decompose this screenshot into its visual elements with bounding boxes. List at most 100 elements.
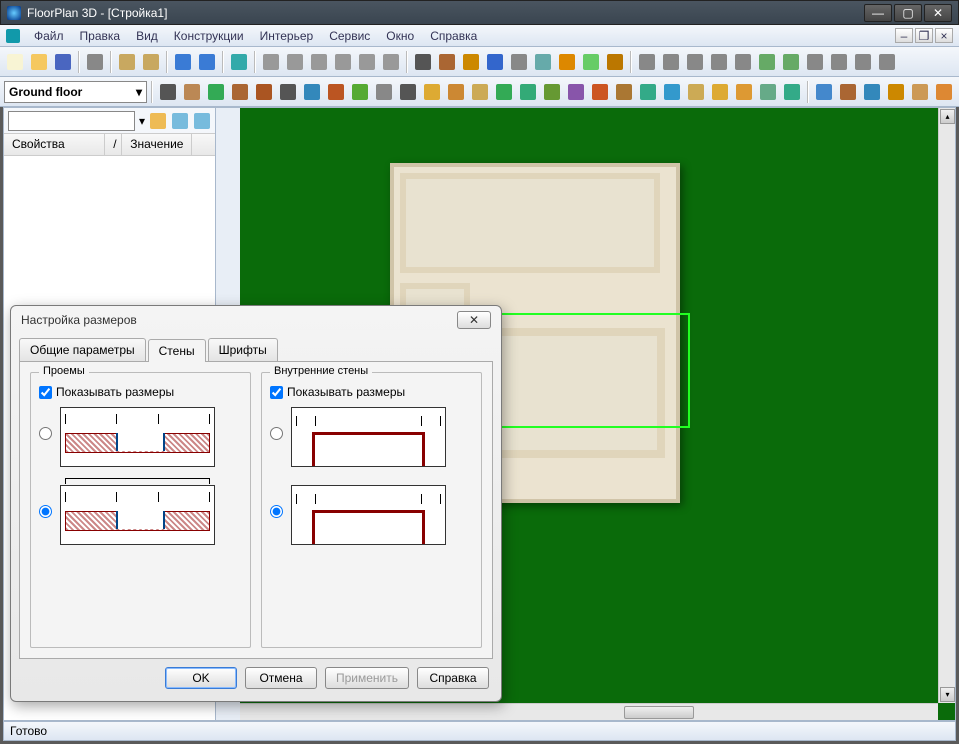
scroll-up-icon[interactable]: ▴ <box>940 109 955 124</box>
camera-button[interactable] <box>397 81 419 103</box>
distribute-v-button[interactable] <box>732 51 754 73</box>
redo-button[interactable] <box>196 51 218 73</box>
grass-button[interactable] <box>733 81 755 103</box>
options-button[interactable] <box>556 51 578 73</box>
tab-general[interactable]: Общие параметры <box>19 338 146 361</box>
zoom-prev-button[interactable] <box>380 51 402 73</box>
select-button[interactable] <box>157 81 179 103</box>
menu-service[interactable]: Сервис <box>321 27 378 45</box>
inner-option-2[interactable] <box>270 485 473 545</box>
align-right-button[interactable] <box>684 51 706 73</box>
render-button[interactable] <box>604 51 626 73</box>
slab-button[interactable] <box>349 81 371 103</box>
tree-button[interactable] <box>709 81 731 103</box>
paint-button[interactable] <box>885 81 907 103</box>
cancel-button[interactable]: Отмена <box>245 667 317 689</box>
inner-option-1[interactable] <box>270 407 473 467</box>
radio-opening-1[interactable] <box>39 427 52 440</box>
sun-button[interactable] <box>781 81 803 103</box>
menu-help[interactable]: Справка <box>422 27 485 45</box>
column-button[interactable] <box>301 81 323 103</box>
radio-inner-2[interactable] <box>270 505 283 518</box>
deck-button[interactable] <box>613 81 635 103</box>
v-scrollbar[interactable]: ▴ ▾ <box>938 108 955 703</box>
surface-button[interactable] <box>757 81 779 103</box>
text2-button[interactable] <box>517 81 539 103</box>
help-button[interactable] <box>228 51 250 73</box>
edit3d-button[interactable] <box>861 81 883 103</box>
h-scrollbar[interactable] <box>240 703 938 720</box>
lock-button[interactable] <box>852 51 874 73</box>
menu-window[interactable]: Окно <box>378 27 422 45</box>
fence-button[interactable] <box>469 81 491 103</box>
send-back-button[interactable] <box>828 51 850 73</box>
apply-button[interactable]: Применить <box>325 667 409 689</box>
sidebar-icon-2[interactable] <box>171 112 189 130</box>
zoom-out-button[interactable] <box>284 51 306 73</box>
paste-button[interactable] <box>140 51 162 73</box>
menu-file[interactable]: Файл <box>26 27 72 45</box>
save-button[interactable] <box>52 51 74 73</box>
tab-fonts[interactable]: Шрифты <box>208 338 278 361</box>
stairs-button[interactable] <box>277 81 299 103</box>
tab-walls[interactable]: Стены <box>148 339 206 362</box>
bring-front-button[interactable] <box>804 51 826 73</box>
h-scroll-thumb[interactable] <box>624 706 694 719</box>
open-button[interactable] <box>28 51 50 73</box>
zoom-sel-button[interactable] <box>356 51 378 73</box>
rail-button[interactable] <box>637 81 659 103</box>
pool-button[interactable] <box>661 81 683 103</box>
view3d-button[interactable] <box>813 81 835 103</box>
copy-button[interactable] <box>116 51 138 73</box>
menu-constructions[interactable]: Конструкции <box>166 27 252 45</box>
3d-button[interactable] <box>580 51 602 73</box>
undo-button[interactable] <box>172 51 194 73</box>
mdi-close[interactable]: × <box>935 28 953 43</box>
sidebar-combo[interactable] <box>8 111 135 131</box>
mdi-restore[interactable]: ❐ <box>915 28 933 43</box>
print-button[interactable] <box>84 51 106 73</box>
col-value[interactable]: Значение <box>122 134 192 155</box>
zoom-in-button[interactable] <box>260 51 282 73</box>
measure-button[interactable] <box>460 51 482 73</box>
opening-option-1[interactable] <box>39 407 242 467</box>
sidebar-icon-1[interactable] <box>149 112 167 130</box>
house-button[interactable] <box>837 81 859 103</box>
hatch-button[interactable] <box>685 81 707 103</box>
checkbox-show-openings[interactable] <box>39 386 52 399</box>
new-button[interactable] <box>4 51 26 73</box>
grid-button[interactable] <box>532 51 554 73</box>
group-button[interactable] <box>756 51 778 73</box>
text-button[interactable] <box>484 51 506 73</box>
path-button[interactable] <box>565 81 587 103</box>
rotate-button[interactable] <box>436 51 458 73</box>
furniture-button[interactable] <box>445 81 467 103</box>
room-button[interactable] <box>373 81 395 103</box>
light-button[interactable] <box>421 81 443 103</box>
col-sort[interactable]: / <box>105 134 122 155</box>
help-button[interactable]: Справка <box>417 667 489 689</box>
radio-opening-2[interactable] <box>39 505 52 518</box>
beam-button[interactable] <box>325 81 347 103</box>
scroll-down-icon[interactable]: ▾ <box>940 687 955 702</box>
wall-button[interactable] <box>181 81 203 103</box>
menu-edit[interactable]: Правка <box>72 27 129 45</box>
zoom-fit-button[interactable] <box>332 51 354 73</box>
unlock-button[interactable] <box>876 51 898 73</box>
ok-button[interactable]: OK <box>165 667 237 689</box>
dialog-titlebar[interactable]: Настройка размеров ✕ <box>11 306 501 334</box>
pointer-button[interactable] <box>412 51 434 73</box>
check-openings[interactable]: Показывать размеры <box>39 385 242 399</box>
door-button[interactable] <box>205 81 227 103</box>
layers-button[interactable] <box>909 81 931 103</box>
dialog-close-button[interactable]: ✕ <box>457 311 491 329</box>
layer-combo[interactable]: Ground floor ▾ <box>4 81 147 103</box>
distribute-h-button[interactable] <box>708 51 730 73</box>
ungroup-button[interactable] <box>780 51 802 73</box>
checkbox-show-inner[interactable] <box>270 386 283 399</box>
check-inner[interactable]: Показывать размеры <box>270 385 473 399</box>
maximize-button[interactable]: ▢ <box>894 4 922 22</box>
dimension-button[interactable] <box>508 51 530 73</box>
radio-inner-1[interactable] <box>270 427 283 440</box>
zoom-rect-button[interactable] <box>308 51 330 73</box>
